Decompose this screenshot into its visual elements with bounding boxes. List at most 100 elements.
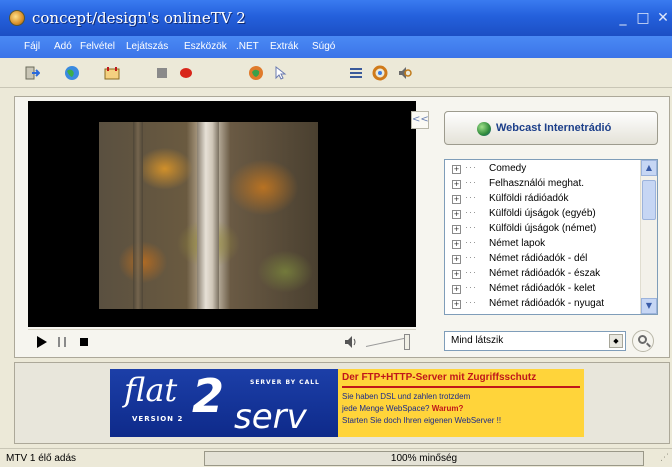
scroll-thumb[interactable]: [642, 180, 656, 220]
tree-item[interactable]: + ··· Német rádióadók - nyugat: [445, 297, 641, 312]
banner-brand-flat: flat: [124, 371, 178, 409]
stop-record-icon[interactable]: [154, 65, 170, 81]
banner-line-2: Sie haben DSL und zahlen trotzdem: [342, 392, 471, 401]
volume-slider[interactable]: [365, 334, 412, 350]
collapse-sidebar-button[interactable]: <<: [411, 111, 429, 129]
player-controls: [28, 329, 416, 353]
quality-label: 100% minőség: [390, 453, 458, 464]
menu-playback[interactable]: Lejátszás: [126, 41, 168, 52]
globe-icon[interactable]: [64, 65, 80, 81]
menu-tools[interactable]: Eszközök: [184, 41, 227, 52]
tree-item[interactable]: + ··· Comedy: [445, 162, 641, 177]
banner-brand-serv: serv: [234, 397, 307, 437]
video-tree-trunk: [197, 122, 219, 309]
menu-bar: Fájl Adó Felvétel Lejátszás Eszközök .NE…: [0, 36, 672, 58]
menu-record[interactable]: Felvétel: [80, 41, 115, 52]
video-tree-trunk-left: [133, 122, 143, 309]
station-tree[interactable]: + ··· Comedy + ··· Felhasználói meghat. …: [444, 159, 658, 315]
webcast-radio-label: Webcast Internetrádió: [496, 122, 612, 134]
toolbar: [0, 58, 672, 88]
expand-icon[interactable]: +: [452, 285, 461, 294]
expand-icon[interactable]: +: [452, 255, 461, 264]
main-pane: << Webcast Internetrádió + ··· Comedy + …: [14, 96, 670, 358]
play-button[interactable]: [37, 336, 47, 348]
tree-scrollbar[interactable]: ▲ ▼: [640, 160, 657, 314]
scroll-down-icon[interactable]: ▼: [641, 298, 657, 314]
banner-brand-two: 2: [192, 369, 225, 423]
banner-text-panel: Der FTP+HTTP-Server mit Zugriffsschutz S…: [338, 369, 584, 437]
flat2serv-logo: flat 2 serv VERSION 2 SERVER BY CALL: [110, 369, 338, 437]
webcast-globe-icon: [477, 122, 491, 136]
record-icon[interactable]: [178, 65, 194, 81]
window-title: concept/design's onlineTV 2: [32, 9, 246, 27]
tree-item[interactable]: + ··· Német rádióadók - dél: [445, 252, 641, 267]
search-button[interactable]: [632, 330, 654, 352]
tree-item[interactable]: + ··· Német rádióadók - kelet: [445, 282, 641, 297]
schedule-icon[interactable]: [104, 65, 120, 81]
banner-headline: Der FTP+HTTP-Server mit Zugriffsschutz: [342, 372, 537, 383]
expand-icon[interactable]: +: [452, 300, 461, 309]
banner-server-by-call: SERVER BY CALL: [250, 379, 320, 386]
expand-icon[interactable]: +: [452, 195, 461, 204]
stop-button[interactable]: [80, 338, 88, 346]
chevron-down-icon[interactable]: ◆: [609, 334, 623, 348]
tree-item-label: Német rádióadók - dél: [489, 253, 588, 264]
expand-icon[interactable]: +: [452, 240, 461, 249]
tree-item-label: Német rádióadók - kelet: [489, 283, 596, 294]
quality-bar: 100% minőség: [204, 451, 644, 466]
filter-select-value: Mind látszik: [451, 335, 504, 346]
audio-icon[interactable]: [396, 65, 412, 81]
tree-item-label: Comedy: [489, 163, 527, 174]
banner-arrow: [342, 386, 580, 388]
banner-warum: Warum?: [431, 404, 464, 413]
menu-station[interactable]: Adó: [54, 41, 72, 52]
title-bar: concept/design's onlineTV 2 _ □ ✕: [0, 0, 672, 36]
tree-item-label: Felhasználói meghat.: [489, 178, 585, 189]
volume-track: [365, 336, 410, 347]
tree-item-label: Külföldi újságok (egyéb): [489, 208, 596, 219]
tree-item[interactable]: + ··· Német rádióadók - észak: [445, 267, 641, 282]
menu-extras[interactable]: Extrák: [270, 41, 298, 52]
web-icon[interactable]: [248, 65, 264, 81]
banner-line-3: jede Menge WebSpace? Warum?: [342, 404, 464, 413]
cursor-icon[interactable]: [272, 65, 288, 81]
maximize-button[interactable]: □: [634, 10, 652, 26]
resize-grip-icon[interactable]: ⋰: [660, 453, 670, 463]
expand-icon[interactable]: +: [452, 225, 461, 234]
app-icon[interactable]: [9, 10, 25, 26]
refresh-icon[interactable]: [372, 65, 388, 81]
video-player[interactable]: [28, 101, 416, 327]
tree-item-label: Külföldi újságok (német): [489, 223, 597, 234]
minimize-button[interactable]: _: [614, 10, 632, 26]
tree-item[interactable]: + ··· Külföldi rádióadók: [445, 192, 641, 207]
tree-item[interactable]: + ··· Külföldi újságok (német): [445, 222, 641, 237]
expand-icon[interactable]: +: [452, 210, 461, 219]
volume-knob[interactable]: [404, 334, 410, 350]
tree-item-label: Külföldi rádióadók: [489, 193, 569, 204]
menu-dotnet[interactable]: .NET: [236, 41, 259, 52]
tree-item-label: Német lapok: [489, 238, 546, 249]
tree-item[interactable]: + ··· Felhasználói meghat.: [445, 177, 641, 192]
scroll-up-icon[interactable]: ▲: [641, 160, 657, 176]
expand-icon[interactable]: +: [452, 165, 461, 174]
menu-file[interactable]: Fájl: [24, 41, 40, 52]
tree-item[interactable]: + ··· Német lapok: [445, 237, 641, 252]
close-button[interactable]: ✕: [654, 10, 672, 26]
tree-item-label: Német rádióadók - nyugat: [489, 298, 605, 309]
exit-icon[interactable]: [24, 65, 40, 81]
status-bar: MTV 1 élő adás 100% minőség ⋰: [0, 448, 672, 467]
banner-strip: flat 2 serv VERSION 2 SERVER BY CALL Der…: [14, 362, 670, 444]
menu-help[interactable]: Súgó: [312, 41, 335, 52]
status-text: MTV 1 élő adás: [6, 453, 77, 464]
banner-line-4: Starten Sie doch Ihren eigenen WebServer…: [342, 416, 502, 425]
filter-select[interactable]: Mind látszik ◆: [444, 331, 626, 351]
expand-icon[interactable]: +: [452, 180, 461, 189]
pause-button[interactable]: [58, 337, 66, 347]
ad-banner[interactable]: flat 2 serv VERSION 2 SERVER BY CALL Der…: [110, 369, 584, 437]
banner-version: VERSION 2: [132, 415, 184, 423]
settings-icon[interactable]: [348, 65, 364, 81]
expand-icon[interactable]: +: [452, 270, 461, 279]
tree-item[interactable]: + ··· Külföldi újságok (egyéb): [445, 207, 641, 222]
speaker-icon[interactable]: [344, 335, 356, 349]
webcast-radio-button[interactable]: Webcast Internetrádió: [444, 111, 658, 145]
